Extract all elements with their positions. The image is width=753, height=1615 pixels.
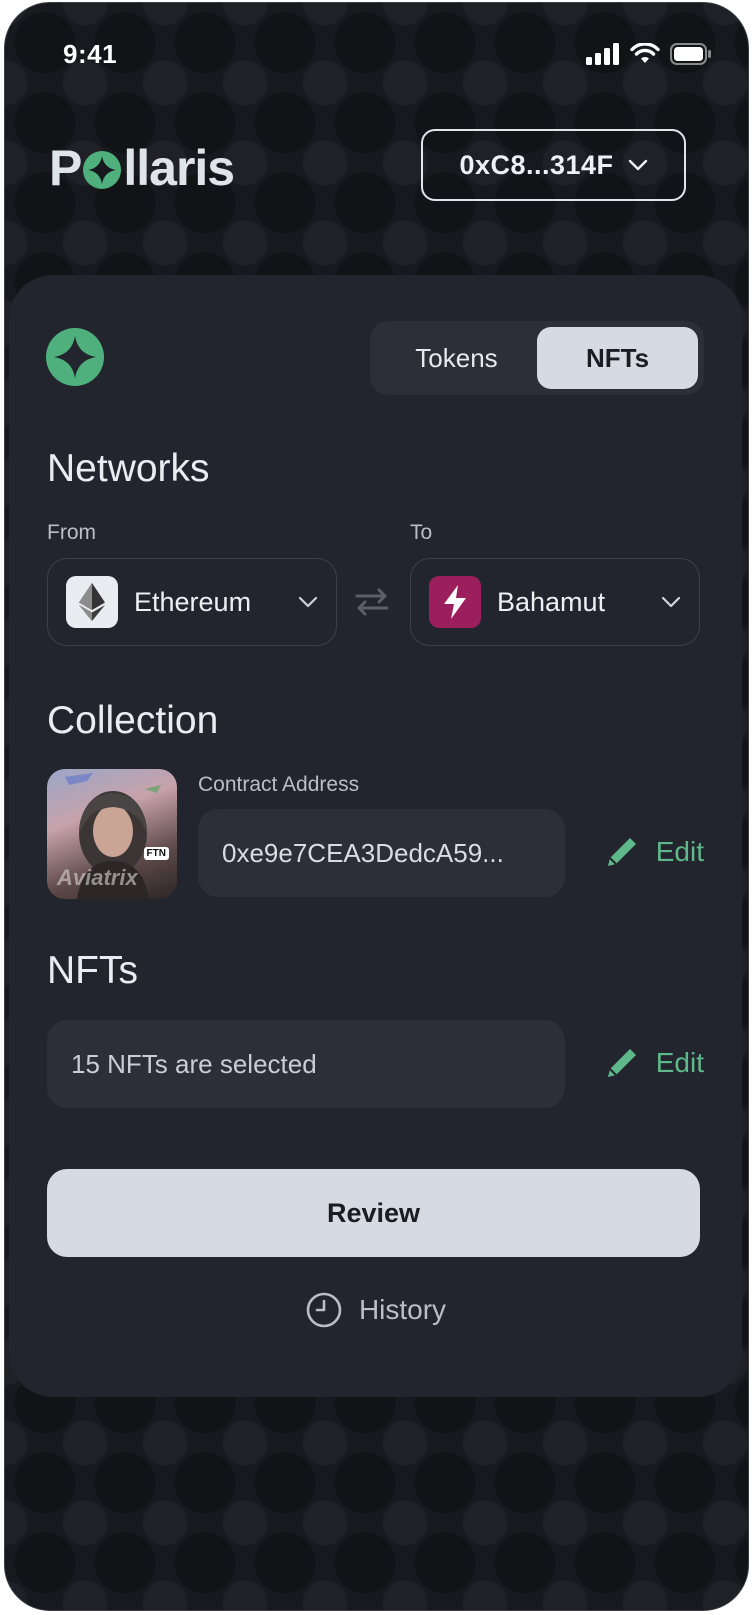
collection-title: Collection [47,699,219,742]
thumbnail-badge: FTN [143,847,169,860]
pencil-icon [607,838,636,866]
bridge-card: Tokens NFTs Networks From To Ethereum Ba… [9,275,742,1397]
cellular-signal-icon [586,43,619,65]
collection-thumbnail: FTN Aviatrix [47,769,177,899]
nfts-title: NFTs [47,949,138,992]
history-link[interactable]: History [9,1291,742,1329]
tab-nfts[interactable]: NFTs [537,327,698,389]
nft-selection-field[interactable]: 15 NFTs are selected [47,1020,565,1108]
edit-nfts-button[interactable]: Edit [604,1045,704,1081]
ethereum-logo-icon [66,576,118,628]
wallet-address: 0xC8...314F [459,149,614,180]
history-label: History [358,1294,447,1325]
from-network-select[interactable]: Ethereum [47,558,337,646]
logo-star-icon [83,151,122,189]
swap-arrows-icon[interactable] [353,586,391,618]
battery-icon [670,43,711,65]
tab-tokens[interactable]: Tokens [376,327,537,389]
asset-type-toggle: Tokens NFTs [370,321,704,395]
status-icons [586,43,712,65]
from-network-name: Ethereum [134,586,252,617]
phone-screen: 9:41 P llaris 0xC8...314F Tokens NFTs Ne… [4,2,749,1611]
thumbnail-caption: Aviatrix [57,865,138,890]
wallet-address-button[interactable]: 0xC8...314F [421,129,686,201]
bahamut-logo-icon [429,576,481,628]
networks-title: Networks [47,447,210,490]
app-logo: P llaris [49,135,235,201]
clock-icon [306,1292,342,1328]
review-button[interactable]: Review [47,1169,700,1257]
brand-star-icon [46,328,104,386]
contract-address-label: Contract Address [198,773,360,796]
edit-collection-button[interactable]: Edit [604,834,704,870]
chevron-down-icon [628,159,647,171]
to-network-select[interactable]: Bahamut [410,558,700,646]
edit-collection-label: Edit [655,836,704,867]
logo-text-left: P [49,140,82,196]
to-label: To [410,521,433,544]
chevron-down-icon [298,596,318,608]
pencil-icon [607,1049,636,1077]
wifi-icon [630,43,660,63]
status-time: 9:41 [63,39,118,69]
chevron-down-icon [661,596,681,608]
contract-address-field[interactable]: 0xe9e7CEA3DedcA59... [198,809,565,897]
edit-nfts-label: Edit [655,1047,704,1078]
to-network-name: Bahamut [497,586,606,617]
logo-text-right: llaris [123,140,235,196]
from-label: From [47,521,96,544]
